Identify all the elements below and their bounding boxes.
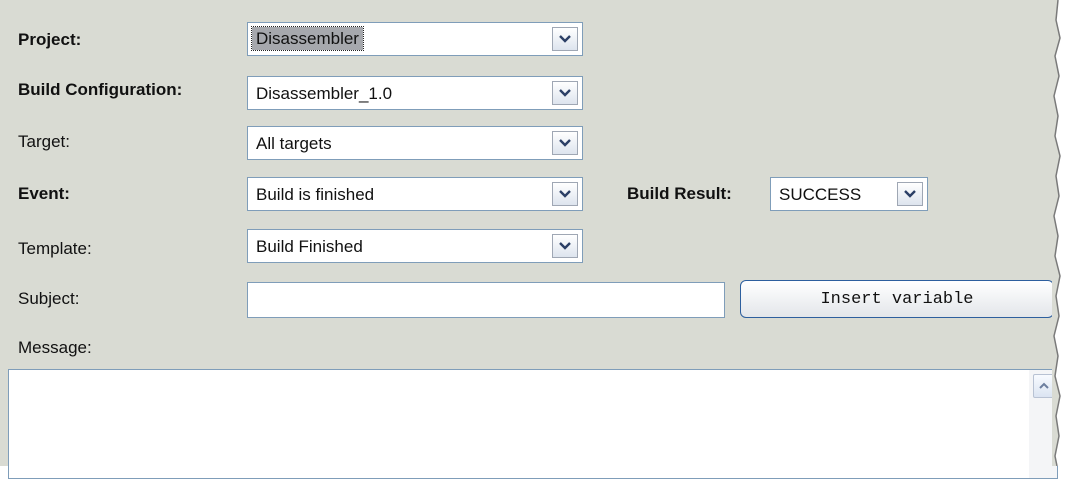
template-select[interactable]: Build Finished xyxy=(247,229,583,263)
template-label: Template: xyxy=(18,239,92,258)
chevron-down-icon[interactable] xyxy=(552,182,578,206)
chevron-down-icon[interactable] xyxy=(552,81,578,105)
build-result-select-value: SUCCESS xyxy=(779,185,862,204)
message-textarea[interactable] xyxy=(8,369,1058,479)
insert-variable-button[interactable]: Insert variable xyxy=(740,280,1054,318)
build-result-label: Build Result: xyxy=(627,184,732,203)
subject-label: Subject: xyxy=(18,289,80,308)
subject-input[interactable] xyxy=(247,282,725,318)
notification-rule-form: Project: Disassembler Build Configuratio… xyxy=(0,0,1064,479)
event-select-value: Build is finished xyxy=(256,185,375,204)
torn-edge xyxy=(1052,0,1076,466)
project-label: Project: xyxy=(18,30,82,49)
template-select-value: Build Finished xyxy=(256,237,363,256)
target-label: Target: xyxy=(18,132,70,151)
target-select[interactable]: All targets xyxy=(247,126,583,160)
event-label: Event: xyxy=(18,184,70,203)
target-select-value: All targets xyxy=(256,134,332,153)
message-label: Message: xyxy=(18,338,92,357)
event-select[interactable]: Build is finished xyxy=(247,177,583,211)
project-select-value: Disassembler xyxy=(251,26,364,51)
chevron-down-icon[interactable] xyxy=(552,234,578,258)
build-configuration-select[interactable]: Disassembler_1.0 xyxy=(247,76,583,110)
build-configuration-select-value: Disassembler_1.0 xyxy=(256,84,393,103)
build-configuration-label: Build Configuration: xyxy=(18,80,183,99)
build-result-select[interactable]: SUCCESS xyxy=(770,177,928,211)
chevron-down-icon[interactable] xyxy=(552,27,578,51)
chevron-down-icon[interactable] xyxy=(552,131,578,155)
chevron-down-icon[interactable] xyxy=(897,182,923,206)
project-select[interactable]: Disassembler xyxy=(247,22,583,56)
